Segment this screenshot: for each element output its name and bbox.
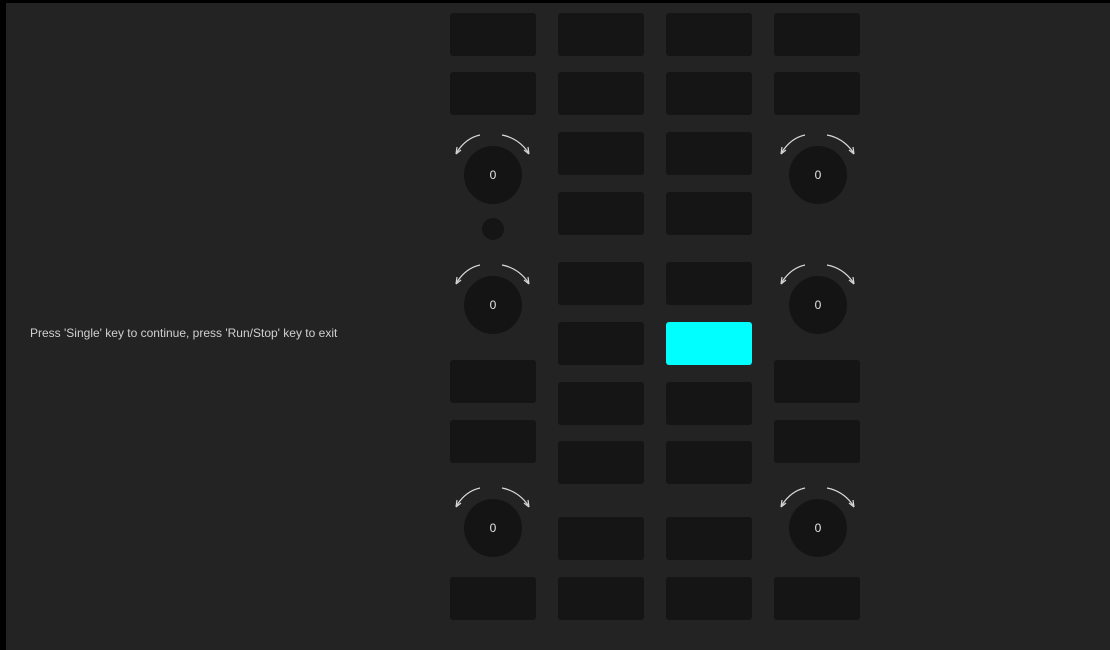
knob-left-top[interactable]: 0 [452, 130, 532, 226]
knob-value: 0 [464, 146, 522, 204]
panel-key[interactable] [666, 441, 752, 484]
panel-key[interactable] [450, 577, 536, 620]
highlighted-key[interactable] [666, 322, 752, 365]
panel-key[interactable] [666, 382, 752, 425]
panel-key[interactable] [666, 262, 752, 305]
panel-key[interactable] [558, 262, 644, 305]
panel-key[interactable] [450, 360, 536, 403]
panel-key[interactable] [774, 13, 860, 56]
knob-left-middle[interactable]: 0 [452, 260, 532, 356]
panel-key[interactable] [774, 72, 860, 115]
panel-key[interactable] [558, 382, 644, 425]
panel-key[interactable] [774, 360, 860, 403]
knob-right-top[interactable]: 0 [777, 130, 857, 226]
panel-key[interactable] [666, 577, 752, 620]
knob-value: 0 [464, 276, 522, 334]
instruction-text: Press 'Single' key to continue, press 'R… [30, 326, 338, 340]
panel-key[interactable] [450, 72, 536, 115]
panel-key[interactable] [666, 13, 752, 56]
knob-value: 0 [789, 499, 847, 557]
panel-key[interactable] [558, 132, 644, 175]
panel-key[interactable] [558, 441, 644, 484]
panel-key[interactable] [774, 577, 860, 620]
knob-value: 0 [789, 146, 847, 204]
panel-key[interactable] [666, 132, 752, 175]
knob-right-bottom[interactable]: 0 [777, 483, 857, 579]
panel-key[interactable] [558, 517, 644, 560]
panel-key[interactable] [558, 322, 644, 365]
panel-key[interactable] [558, 577, 644, 620]
knob-right-middle[interactable]: 0 [777, 260, 857, 356]
panel-key[interactable] [774, 420, 860, 463]
panel-key[interactable] [666, 192, 752, 235]
knob-value: 0 [789, 276, 847, 334]
panel-key[interactable] [666, 72, 752, 115]
knob-value: 0 [464, 499, 522, 557]
panel-key[interactable] [666, 517, 752, 560]
panel-key[interactable] [558, 72, 644, 115]
panel-key[interactable] [450, 420, 536, 463]
panel-key[interactable] [558, 13, 644, 56]
knob-left-bottom[interactable]: 0 [452, 483, 532, 579]
panel-key[interactable] [558, 192, 644, 235]
panel-key[interactable] [450, 13, 536, 56]
